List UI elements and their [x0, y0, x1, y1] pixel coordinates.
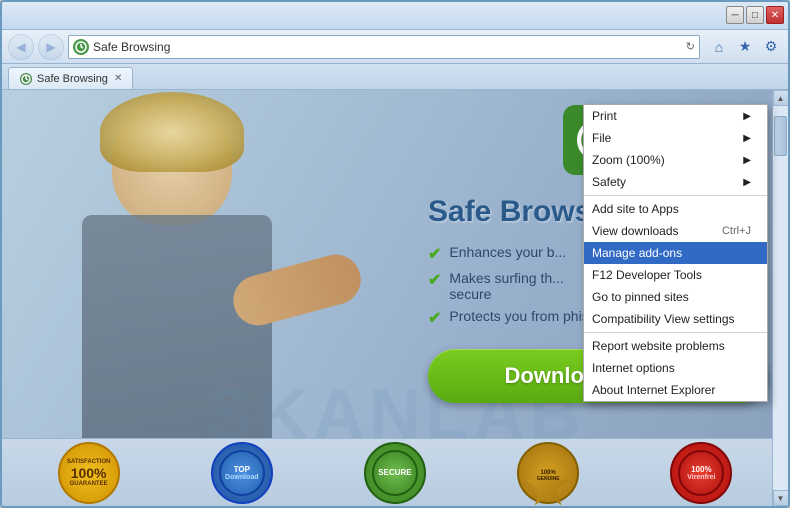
menu-item-pinned-sites[interactable]: Go to pinned sites: [584, 286, 767, 308]
badge-guarantee: SATISFACTION 100% GUARANTEE: [58, 442, 120, 504]
badge-genuine: 100% GENUINE: [517, 442, 579, 504]
title-bar: ─ □ ✕: [2, 2, 788, 30]
tab-icon: [19, 72, 33, 86]
menu-arrow-safety: ▶: [743, 177, 751, 188]
scroll-up-arrow[interactable]: ▲: [773, 90, 789, 106]
tab-bar: Safe Browsing ✕: [2, 64, 788, 90]
title-bar-controls: ─ □ ✕: [726, 6, 784, 24]
settings-icon[interactable]: ⚙: [760, 36, 782, 58]
menu-arrow-print: ▶: [743, 111, 751, 122]
badge-bar: SATISFACTION 100% GUARANTEE TOP Download…: [2, 438, 788, 506]
menu-arrow-file: ▶: [743, 133, 751, 144]
tab-safe-browsing[interactable]: Safe Browsing ✕: [8, 67, 133, 89]
menu-arrow-zoom: ▶: [743, 155, 751, 166]
badge-virenfrei: 100% Virenfrei: [670, 442, 732, 504]
menu-item-file[interactable]: File ▶: [584, 127, 767, 149]
menu-divider-1: [584, 195, 767, 196]
tab-label: Safe Browsing: [37, 73, 108, 85]
menu-item-zoom[interactable]: Zoom (100%) ▶: [584, 149, 767, 171]
menu-divider-2: [584, 332, 767, 333]
menu-item-report-problems[interactable]: Report website problems: [584, 335, 767, 357]
forward-button[interactable]: ▶: [38, 34, 64, 60]
tab-close-button[interactable]: ✕: [114, 73, 122, 84]
nav-bar: ◀ ▶ Safe Browsing ↻ ⌂ ★ ⚙: [2, 30, 788, 64]
back-button[interactable]: ◀: [8, 34, 34, 60]
favorites-icon[interactable]: ★: [734, 36, 756, 58]
browser-window: ─ □ ✕ ◀ ▶ Safe Browsing ↻ ⌂ ★ ⚙ Safe Bro…: [0, 0, 790, 508]
address-bar[interactable]: Safe Browsing ↻: [68, 35, 700, 59]
page-content: SKANLAB Safe Browswing: [2, 90, 788, 506]
scroll-down-arrow[interactable]: ▼: [773, 490, 789, 506]
scroll-track: [773, 106, 788, 490]
context-menu: Print ▶ File ▶ Zoom (100%) ▶ Safety ▶ Ad…: [583, 104, 768, 402]
menu-item-compat-view[interactable]: Compatibility View settings: [584, 308, 767, 330]
menu-item-f12[interactable]: F12 Developer Tools: [584, 264, 767, 286]
scrollbar-right: ▲ ▼: [772, 90, 788, 506]
menu-shortcut-downloads: Ctrl+J: [722, 225, 751, 237]
address-text: Safe Browsing: [93, 40, 682, 54]
scroll-thumb[interactable]: [774, 116, 787, 156]
close-button[interactable]: ✕: [766, 6, 784, 24]
menu-item-internet-options[interactable]: Internet options: [584, 357, 767, 379]
menu-item-view-downloads[interactable]: View downloads Ctrl+J: [584, 220, 767, 242]
maximize-button[interactable]: □: [746, 6, 764, 24]
home-icon[interactable]: ⌂: [708, 36, 730, 58]
menu-item-safety[interactable]: Safety ▶: [584, 171, 767, 193]
badge-top-download: TOP Download: [211, 442, 273, 504]
menu-item-print[interactable]: Print ▶: [584, 105, 767, 127]
refresh-button[interactable]: ↻: [686, 40, 695, 53]
toolbar-icons: ⌂ ★ ⚙: [708, 36, 782, 58]
address-icon: [73, 39, 89, 55]
check-icon-3: ✔: [428, 308, 441, 328]
menu-item-add-site[interactable]: Add site to Apps: [584, 198, 767, 220]
minimize-button[interactable]: ─: [726, 6, 744, 24]
menu-item-manage-addons[interactable]: Manage add-ons: [584, 242, 767, 264]
badge-secure: SECURE: [364, 442, 426, 504]
check-icon-2: ✔: [428, 270, 441, 290]
check-icon-1: ✔: [428, 244, 441, 264]
menu-item-about-ie[interactable]: About Internet Explorer: [584, 379, 767, 401]
